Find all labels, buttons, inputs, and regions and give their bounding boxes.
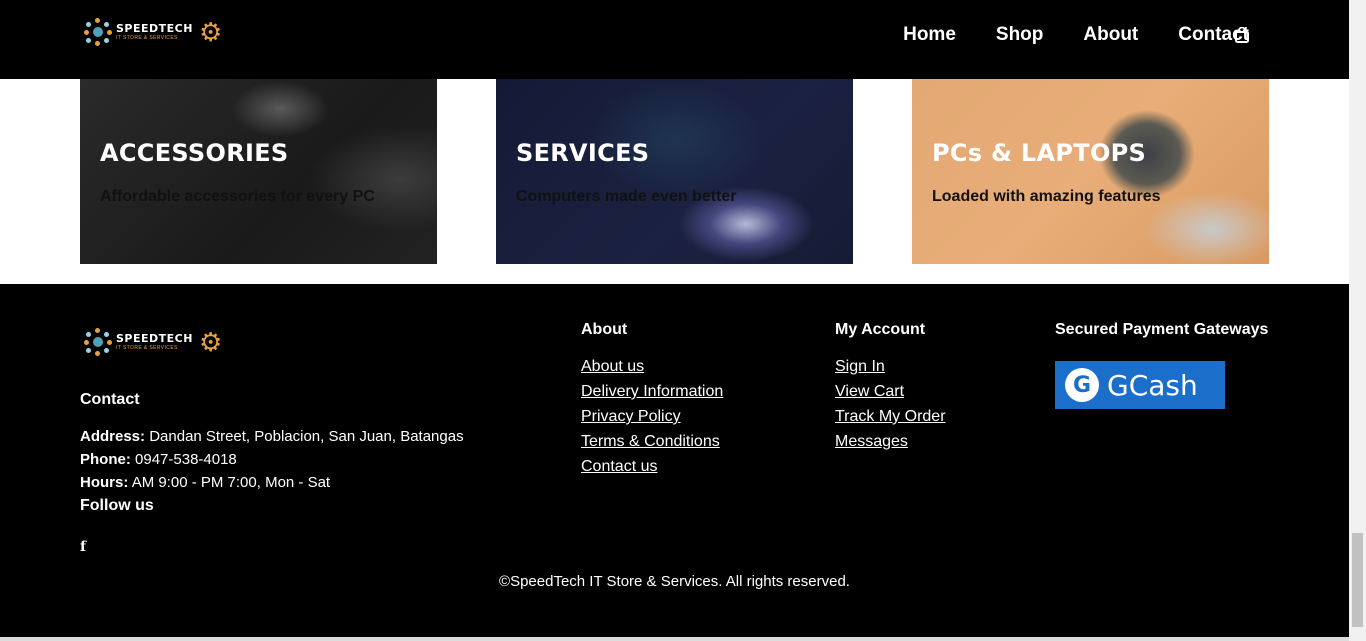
logo-dots-icon bbox=[84, 328, 112, 356]
category-subtitle: Loaded with amazing features bbox=[932, 188, 1161, 205]
nav-about-link[interactable]: About bbox=[1083, 24, 1138, 46]
privacy-policy-link[interactable]: Privacy Policy bbox=[581, 408, 681, 426]
hours-label: Hours: bbox=[80, 474, 129, 491]
site-footer: SPEEDTECH IT STORE & SERVICES ⚙ Contact … bbox=[0, 284, 1349, 641]
contact-hours: Hours: AM 9:00 - PM 7:00, Mon - Sat bbox=[80, 474, 330, 491]
category-subtitle: Affordable accessories for every PC bbox=[100, 188, 375, 205]
logo-brand: SPEEDTECH bbox=[116, 22, 193, 35]
category-card-services[interactable]: SERVICES Computers made even better bbox=[496, 79, 853, 264]
category-card-accessories[interactable]: ACCESSORIES Affordable accessories for e… bbox=[80, 79, 437, 264]
sign-in-link[interactable]: Sign In bbox=[835, 358, 885, 376]
site-logo[interactable]: SPEEDTECH IT STORE & SERVICES ⚙ bbox=[84, 18, 222, 46]
payment-heading: Secured Payment Gateways bbox=[1055, 321, 1269, 338]
logo-tagline: IT STORE & SERVICES bbox=[116, 345, 178, 351]
bottom-edge bbox=[0, 637, 1349, 641]
messages-link[interactable]: Messages bbox=[835, 433, 908, 451]
gear-icon: ⚙ bbox=[198, 327, 223, 357]
shopping-bag-icon[interactable] bbox=[1235, 27, 1249, 43]
terms-link[interactable]: Terms & Conditions bbox=[581, 433, 720, 451]
facebook-icon[interactable]: f bbox=[80, 539, 86, 555]
category-card-pcs-laptops[interactable]: PCs & LAPTOPS Loaded with amazing featur… bbox=[912, 79, 1269, 264]
main-nav: Home Shop About Contact bbox=[863, 24, 1249, 46]
gcash-label: GCash bbox=[1107, 368, 1198, 402]
hours-value: AM 9:00 - PM 7:00, Mon - Sat bbox=[131, 474, 331, 491]
page-scrollbar[interactable] bbox=[1349, 0, 1366, 641]
my-account-heading: My Account bbox=[835, 321, 926, 338]
address-label: Address: bbox=[80, 428, 146, 445]
phone-label: Phone: bbox=[80, 451, 131, 468]
category-title: PCs & LAPTOPS bbox=[932, 139, 1147, 167]
address-value: Dandan Street, Poblacion, San Juan, Bata… bbox=[149, 428, 464, 445]
logo-brand: SPEEDTECH bbox=[116, 332, 193, 345]
follow-us-heading: Follow us bbox=[80, 497, 154, 514]
scrollbar-thumb[interactable] bbox=[1352, 533, 1363, 627]
delivery-info-link[interactable]: Delivery Information bbox=[581, 383, 723, 401]
contact-us-link[interactable]: Contact us bbox=[581, 458, 657, 476]
gcash-logo-icon: G bbox=[1065, 368, 1099, 402]
contact-address: Address: Dandan Street, Poblacion, San J… bbox=[80, 428, 464, 445]
gear-icon: ⚙ bbox=[198, 17, 223, 47]
top-navbar: SPEEDTECH IT STORE & SERVICES ⚙ Home Sho… bbox=[0, 0, 1349, 79]
logo-dots-icon bbox=[84, 18, 112, 46]
track-order-link[interactable]: Track My Order bbox=[835, 408, 946, 426]
logo-tagline: IT STORE & SERVICES bbox=[116, 35, 178, 41]
about-heading: About bbox=[581, 321, 628, 338]
about-us-link[interactable]: About us bbox=[581, 358, 644, 376]
contact-phone: Phone: 0947-538-4018 bbox=[80, 451, 237, 468]
category-title: SERVICES bbox=[516, 139, 650, 167]
footer-logo[interactable]: SPEEDTECH IT STORE & SERVICES ⚙ bbox=[84, 328, 222, 356]
gcash-badge: G GCash bbox=[1055, 361, 1225, 409]
nav-home-link[interactable]: Home bbox=[903, 24, 956, 46]
view-cart-link[interactable]: View Cart bbox=[835, 383, 904, 401]
category-title: ACCESSORIES bbox=[100, 139, 289, 167]
category-section: ACCESSORIES Affordable accessories for e… bbox=[0, 79, 1349, 284]
nav-shop-link[interactable]: Shop bbox=[996, 24, 1044, 46]
copyright-text: ©SpeedTech IT Store & Services. All righ… bbox=[499, 573, 850, 590]
category-subtitle: Computers made even better bbox=[516, 188, 737, 205]
contact-heading: Contact bbox=[80, 391, 140, 408]
phone-value: 0947-538-4018 bbox=[135, 451, 237, 468]
